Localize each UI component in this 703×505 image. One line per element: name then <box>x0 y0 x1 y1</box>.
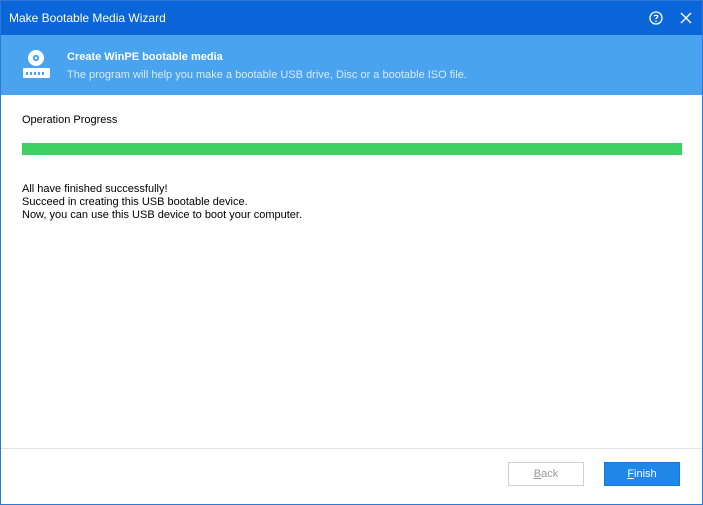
close-button[interactable] <box>677 9 695 27</box>
header-title: Create WinPE bootable media <box>67 51 223 63</box>
back-label: ack <box>541 468 559 480</box>
header-subtitle: The program will help you make a bootabl… <box>67 69 467 81</box>
progress-bar <box>22 143 682 155</box>
help-button[interactable] <box>647 9 665 27</box>
wizard-window: Make Bootable Media Wizard Create WinPE … <box>0 0 703 505</box>
drive-icon <box>21 48 53 80</box>
back-button[interactable]: Back <box>508 462 584 486</box>
progress-label: Operation Progress <box>22 114 118 126</box>
finish-label: inish <box>634 468 657 480</box>
window-title: Make Bootable Media Wizard <box>9 11 166 25</box>
finish-mnemonic: F <box>627 468 635 480</box>
status-message: Now, you can use this USB device to boot… <box>22 209 303 221</box>
status-message: Succeed in creating this USB bootable de… <box>22 196 248 208</box>
finish-button[interactable]: Finish <box>604 462 680 486</box>
status-message: All have finished successfully! <box>22 183 168 195</box>
back-mnemonic: B <box>533 468 542 480</box>
help-icon <box>649 11 663 25</box>
close-icon <box>680 12 692 24</box>
wizard-content: Operation Progress All have finished suc… <box>1 95 702 448</box>
wizard-header: Create WinPE bootable media The program … <box>1 35 702 95</box>
progress-fill <box>22 143 682 155</box>
footer-divider <box>1 448 702 449</box>
title-bar[interactable]: Make Bootable Media Wizard <box>1 1 702 35</box>
